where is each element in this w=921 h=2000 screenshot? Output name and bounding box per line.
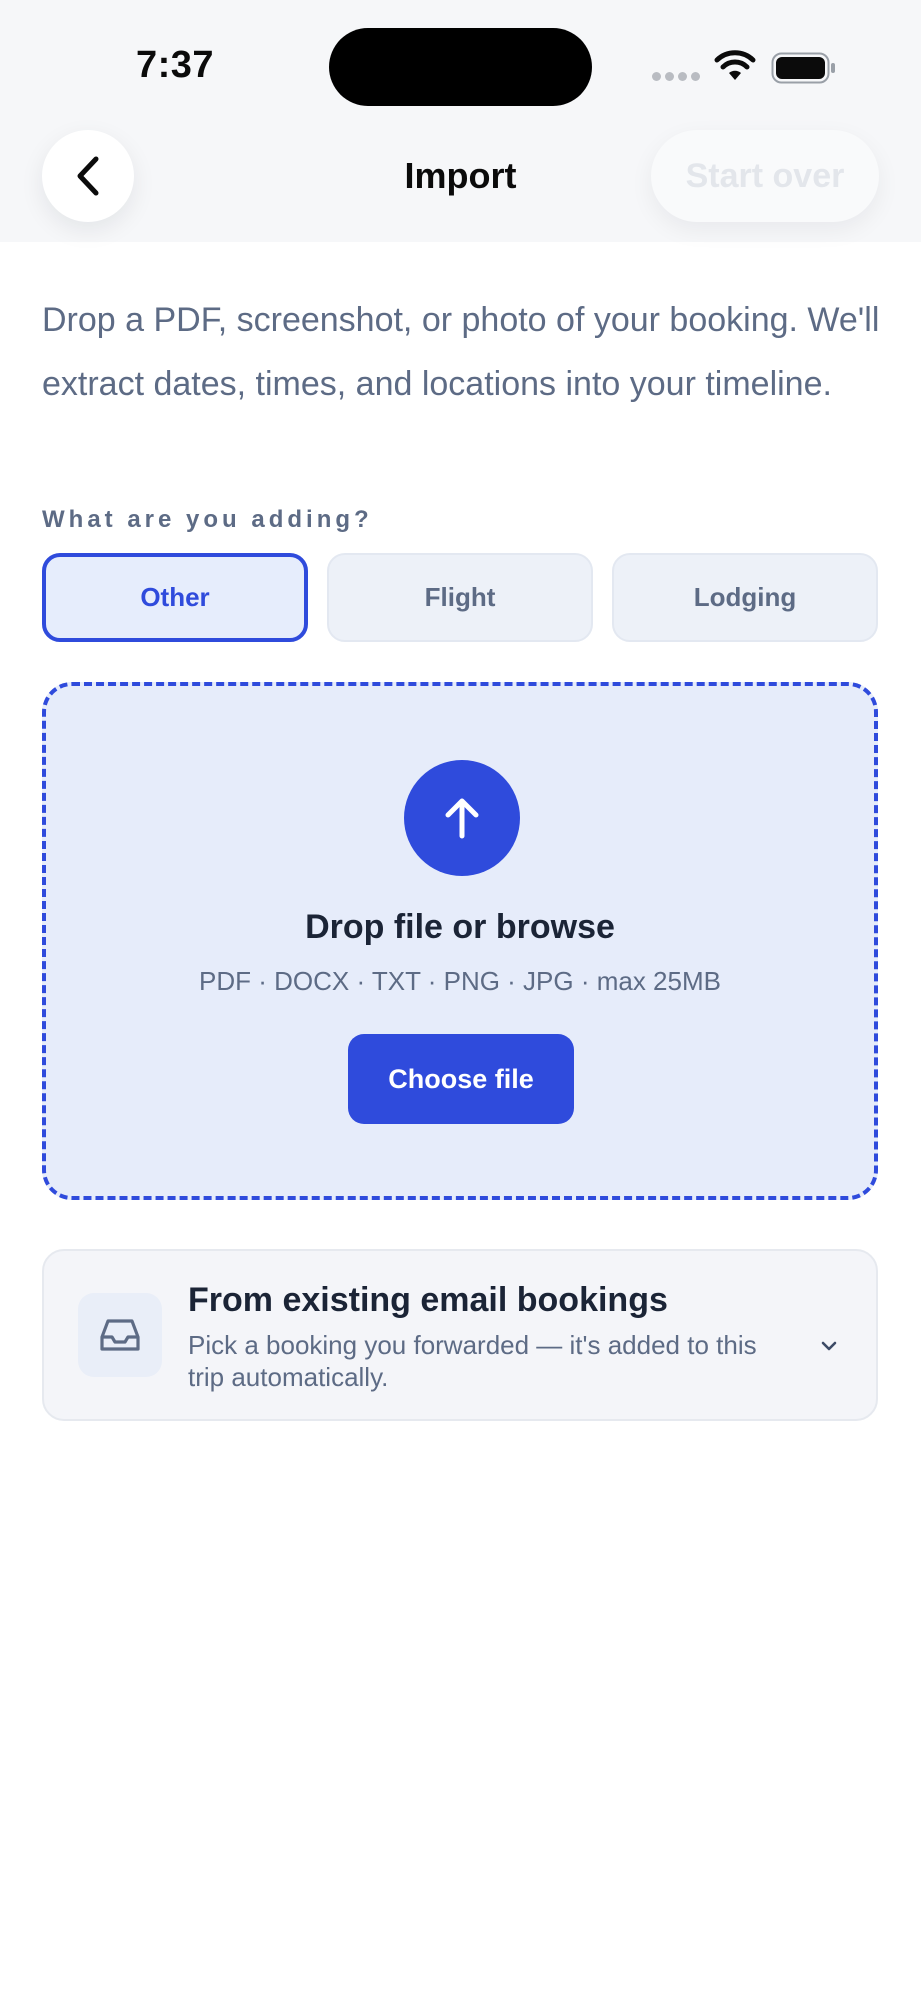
email-bookings-title: From existing email bookings (188, 1281, 668, 1319)
start-over-button[interactable]: Start over (651, 130, 879, 222)
file-dropzone[interactable]: Drop file or browse PDF · DOCX · TXT · P… (42, 682, 878, 1200)
cellular-signal-icon (652, 72, 700, 82)
inbox-icon-tile (78, 1293, 162, 1377)
dropzone-title: Drop file or browse (305, 908, 615, 946)
status-time: 7:37 (136, 44, 215, 86)
battery-icon (771, 52, 835, 84)
wifi-icon (714, 50, 756, 80)
type-option-other[interactable]: Other (42, 553, 308, 642)
top-bar: 7:37 Import Start over (0, 0, 921, 242)
chevron-down-icon[interactable] (818, 1335, 840, 1357)
choose-file-button[interactable]: Choose file (348, 1034, 574, 1124)
type-option-flight[interactable]: Flight (327, 553, 593, 642)
email-bookings-subtitle: Pick a booking you forwarded — it's adde… (188, 1330, 757, 1392)
upload-circle (404, 760, 520, 876)
email-bookings-card[interactable]: From existing email bookings Pick a book… (42, 1249, 878, 1421)
arrow-up-icon (445, 798, 479, 839)
type-option-lodging[interactable]: Lodging (612, 553, 878, 642)
intro-text: Drop a PDF, screenshot, or photo of your… (42, 301, 880, 403)
inbox-icon (100, 1319, 140, 1351)
type-section-label: What are you adding? (42, 506, 373, 533)
dynamic-island (329, 28, 592, 106)
dropzone-formats: PDF · DOCX · TXT · PNG · JPG · max 25MB (199, 966, 721, 996)
